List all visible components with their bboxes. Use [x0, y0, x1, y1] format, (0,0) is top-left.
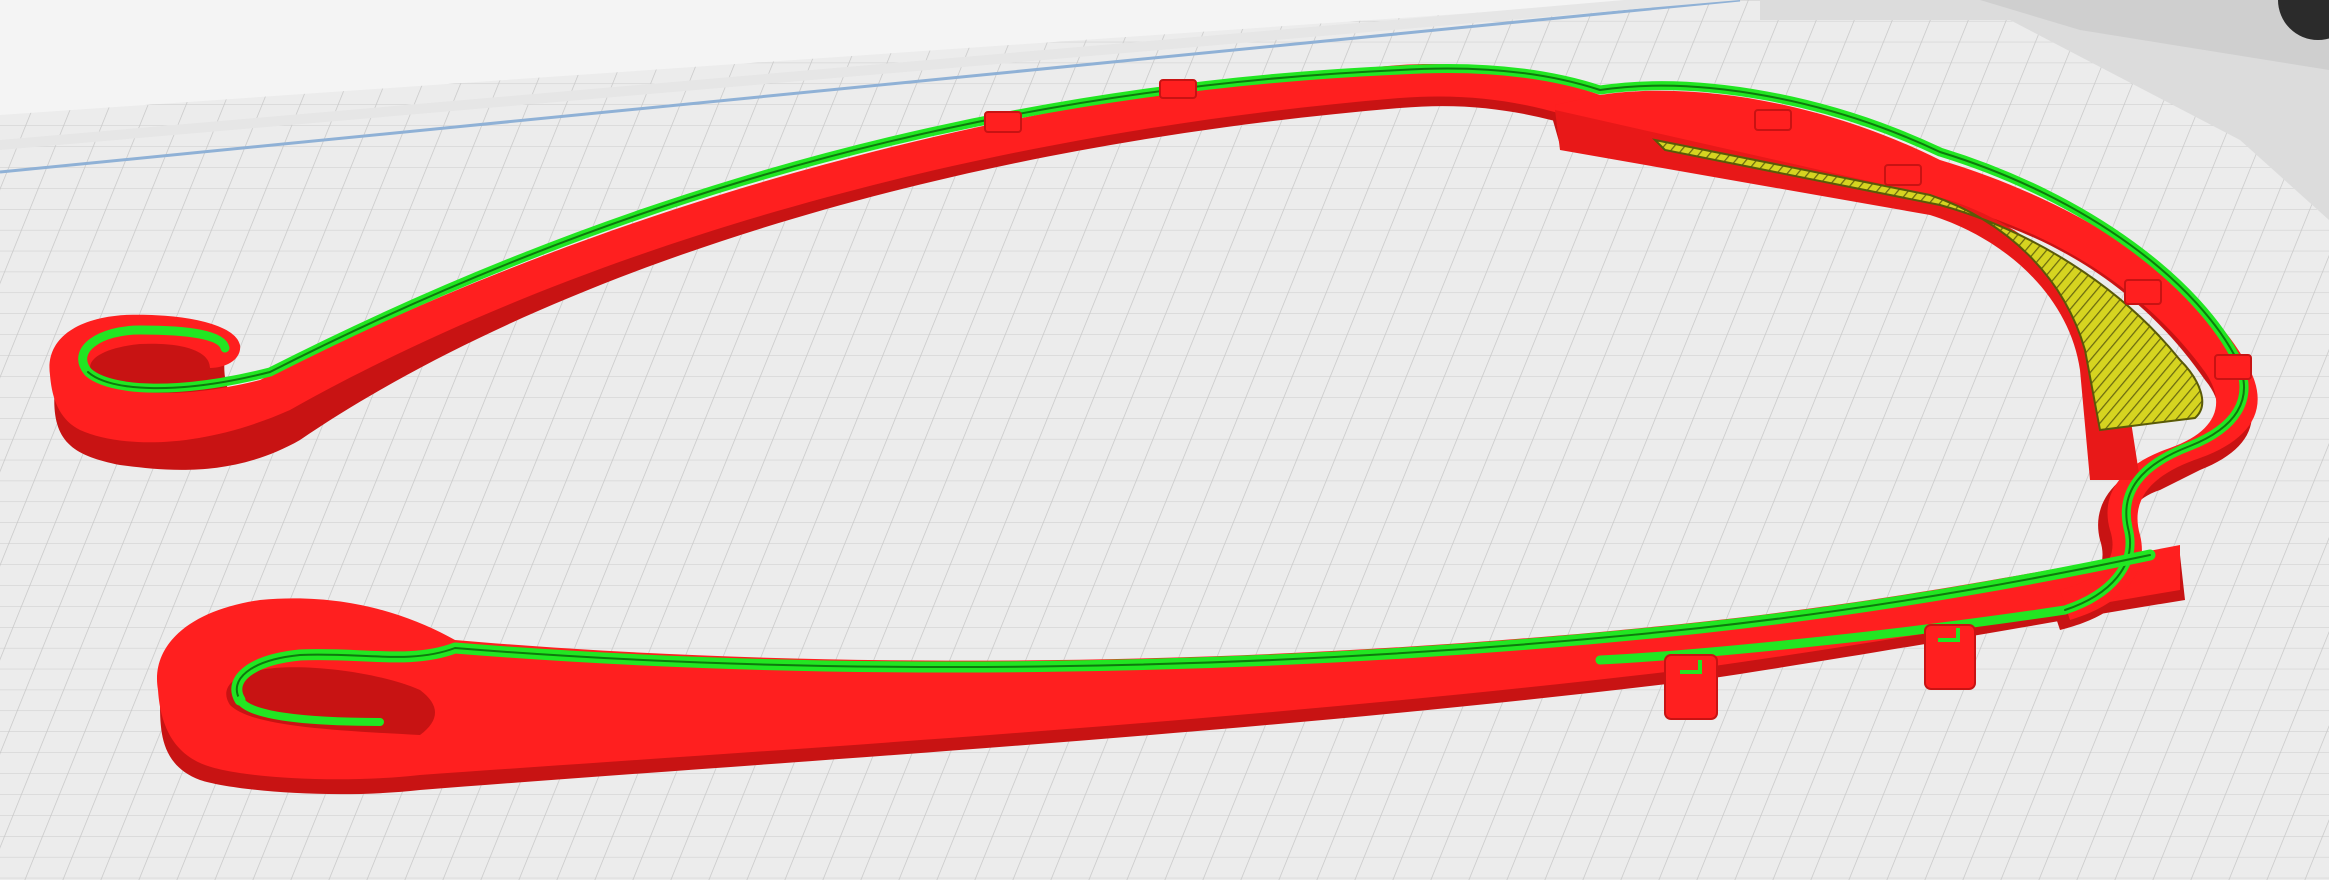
sliced-model-preview[interactable] [0, 0, 2329, 880]
3d-viewport[interactable] [0, 0, 2329, 880]
